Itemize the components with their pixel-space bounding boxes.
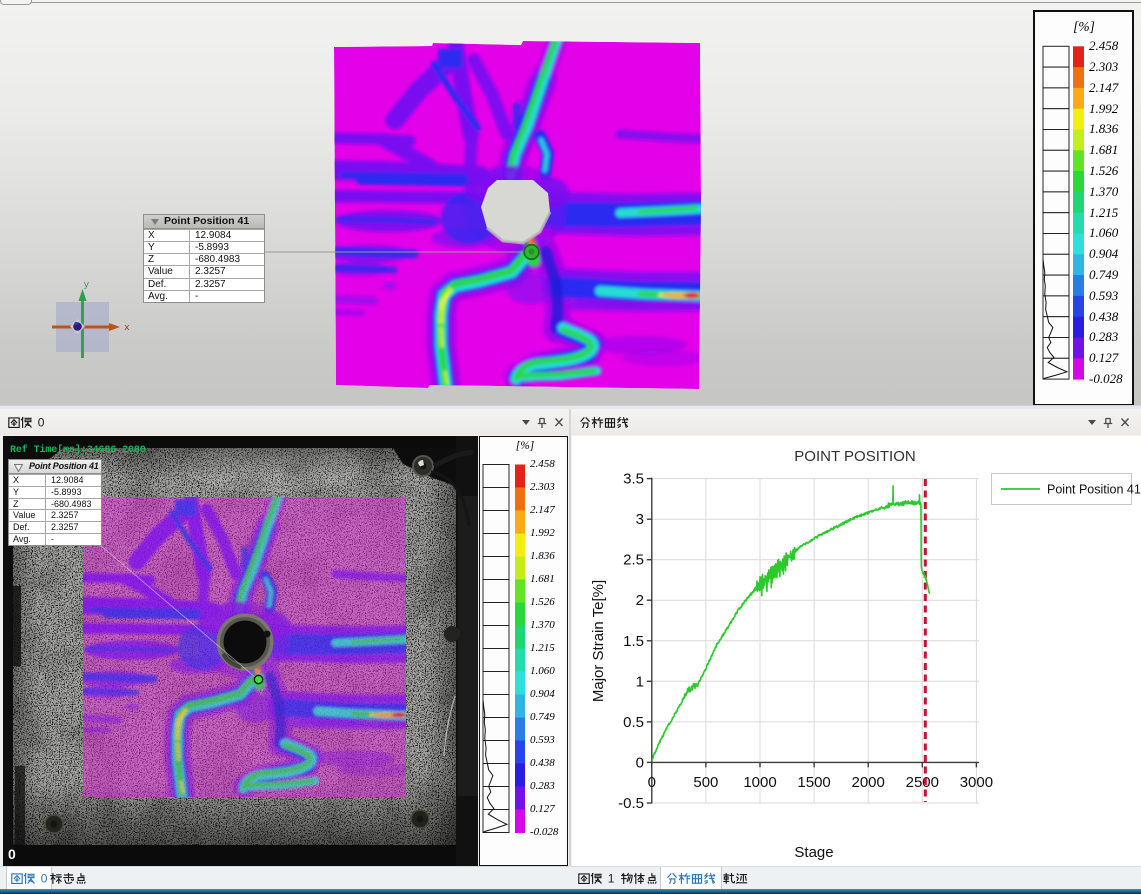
svg-text:Point Position 41: Point Position 41 [1047, 483, 1141, 497]
svg-text:y: y [84, 279, 90, 290]
svg-text:2500: 2500 [906, 774, 939, 791]
svg-text:x: x [124, 322, 130, 333]
svg-text:3.5: 3.5 [623, 471, 644, 488]
svg-text:0.5: 0.5 [623, 714, 644, 731]
svg-text:1000: 1000 [743, 774, 776, 791]
svg-text:3000: 3000 [960, 774, 993, 791]
svg-text:2.5: 2.5 [623, 552, 644, 569]
svg-text:1500: 1500 [797, 774, 830, 791]
svg-text:0: 0 [38, 416, 44, 429]
svg-text:-0.5: -0.5 [618, 795, 644, 812]
svg-text:3: 3 [636, 511, 644, 528]
svg-text:POINT POSITION: POINT POSITION [794, 448, 915, 465]
svg-text:1: 1 [608, 872, 614, 885]
svg-text:2000: 2000 [852, 774, 885, 791]
svg-text:Major Strain Te[%]: Major Strain Te[%] [590, 580, 607, 702]
svg-text:1: 1 [636, 673, 644, 690]
svg-text:1.5: 1.5 [623, 633, 644, 650]
svg-text:2: 2 [636, 592, 644, 609]
svg-text:0: 0 [636, 754, 644, 771]
svg-text:500: 500 [693, 774, 718, 791]
svg-text:Stage: Stage [794, 844, 833, 861]
svg-text:0: 0 [648, 774, 656, 791]
